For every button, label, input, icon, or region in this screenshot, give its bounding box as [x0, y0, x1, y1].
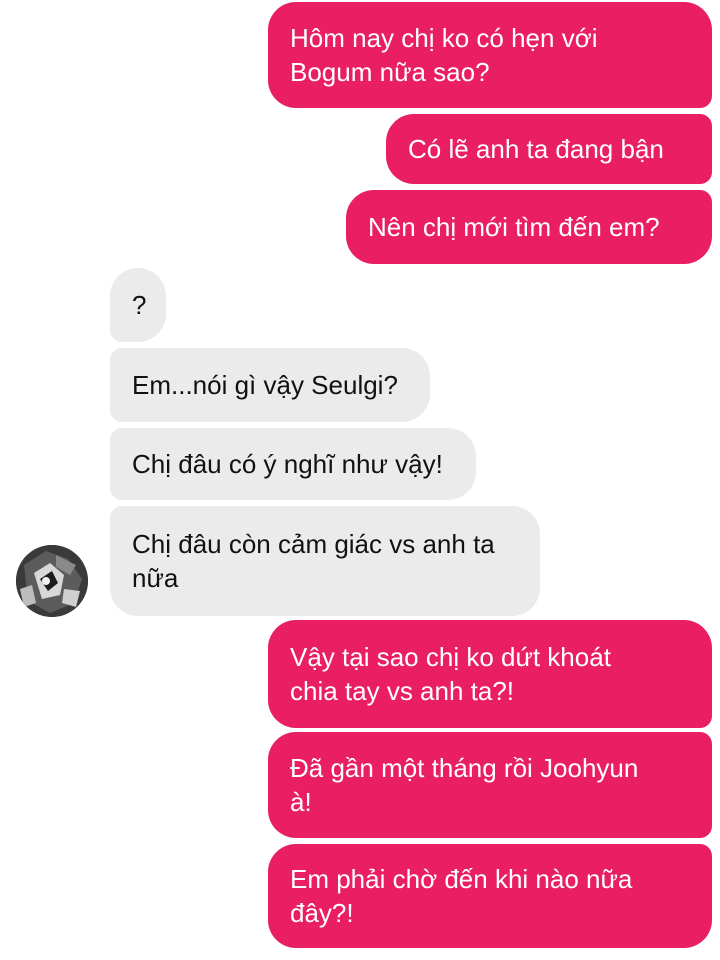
outgoing-message[interactable]: Em phải chờ đến khi nào nữa đây?!: [268, 844, 712, 948]
chat-thread[interactable]: Hôm nay chị ko có hẹn với Bogum nữa sao?…: [0, 0, 720, 960]
message-text: Chị đâu có ý nghĩ như vậy!: [132, 449, 443, 479]
outgoing-message[interactable]: Hôm nay chị ko có hẹn với Bogum nữa sao?: [268, 2, 712, 108]
incoming-message[interactable]: ?: [110, 268, 166, 342]
avatar-photo-icon: [16, 545, 88, 617]
contact-avatar[interactable]: [16, 545, 88, 617]
incoming-message[interactable]: Em...nói gì vậy Seulgi?: [110, 348, 430, 422]
message-text: Có lẽ anh ta đang bận: [408, 134, 664, 164]
message-text: ?: [132, 290, 147, 320]
outgoing-message[interactable]: Vậy tại sao chị ko dứt khoát chia tay vs…: [268, 620, 712, 728]
message-text: Em phải chờ đến khi nào nữa đây?!: [290, 864, 633, 928]
incoming-message[interactable]: Chị đâu có ý nghĩ như vậy!: [110, 428, 476, 500]
outgoing-message[interactable]: Có lẽ anh ta đang bận: [386, 114, 712, 184]
message-text: Nên chị mới tìm đến em?: [368, 212, 660, 242]
outgoing-message[interactable]: Nên chị mới tìm đến em?: [346, 190, 712, 264]
message-text: Em...nói gì vậy Seulgi?: [132, 370, 398, 400]
message-text: Đã gần một tháng rồi Joohyun à!: [290, 753, 639, 817]
message-text: Vậy tại sao chị ko dứt khoát chia tay vs…: [290, 642, 611, 706]
outgoing-message[interactable]: Đã gần một tháng rồi Joohyun à!: [268, 732, 712, 838]
message-text: Hôm nay chị ko có hẹn với Bogum nữa sao?: [290, 23, 598, 87]
message-text: Chị đâu còn cảm giác vs anh ta nữa: [132, 529, 495, 593]
incoming-message[interactable]: Chị đâu còn cảm giác vs anh ta nữa: [110, 506, 540, 616]
